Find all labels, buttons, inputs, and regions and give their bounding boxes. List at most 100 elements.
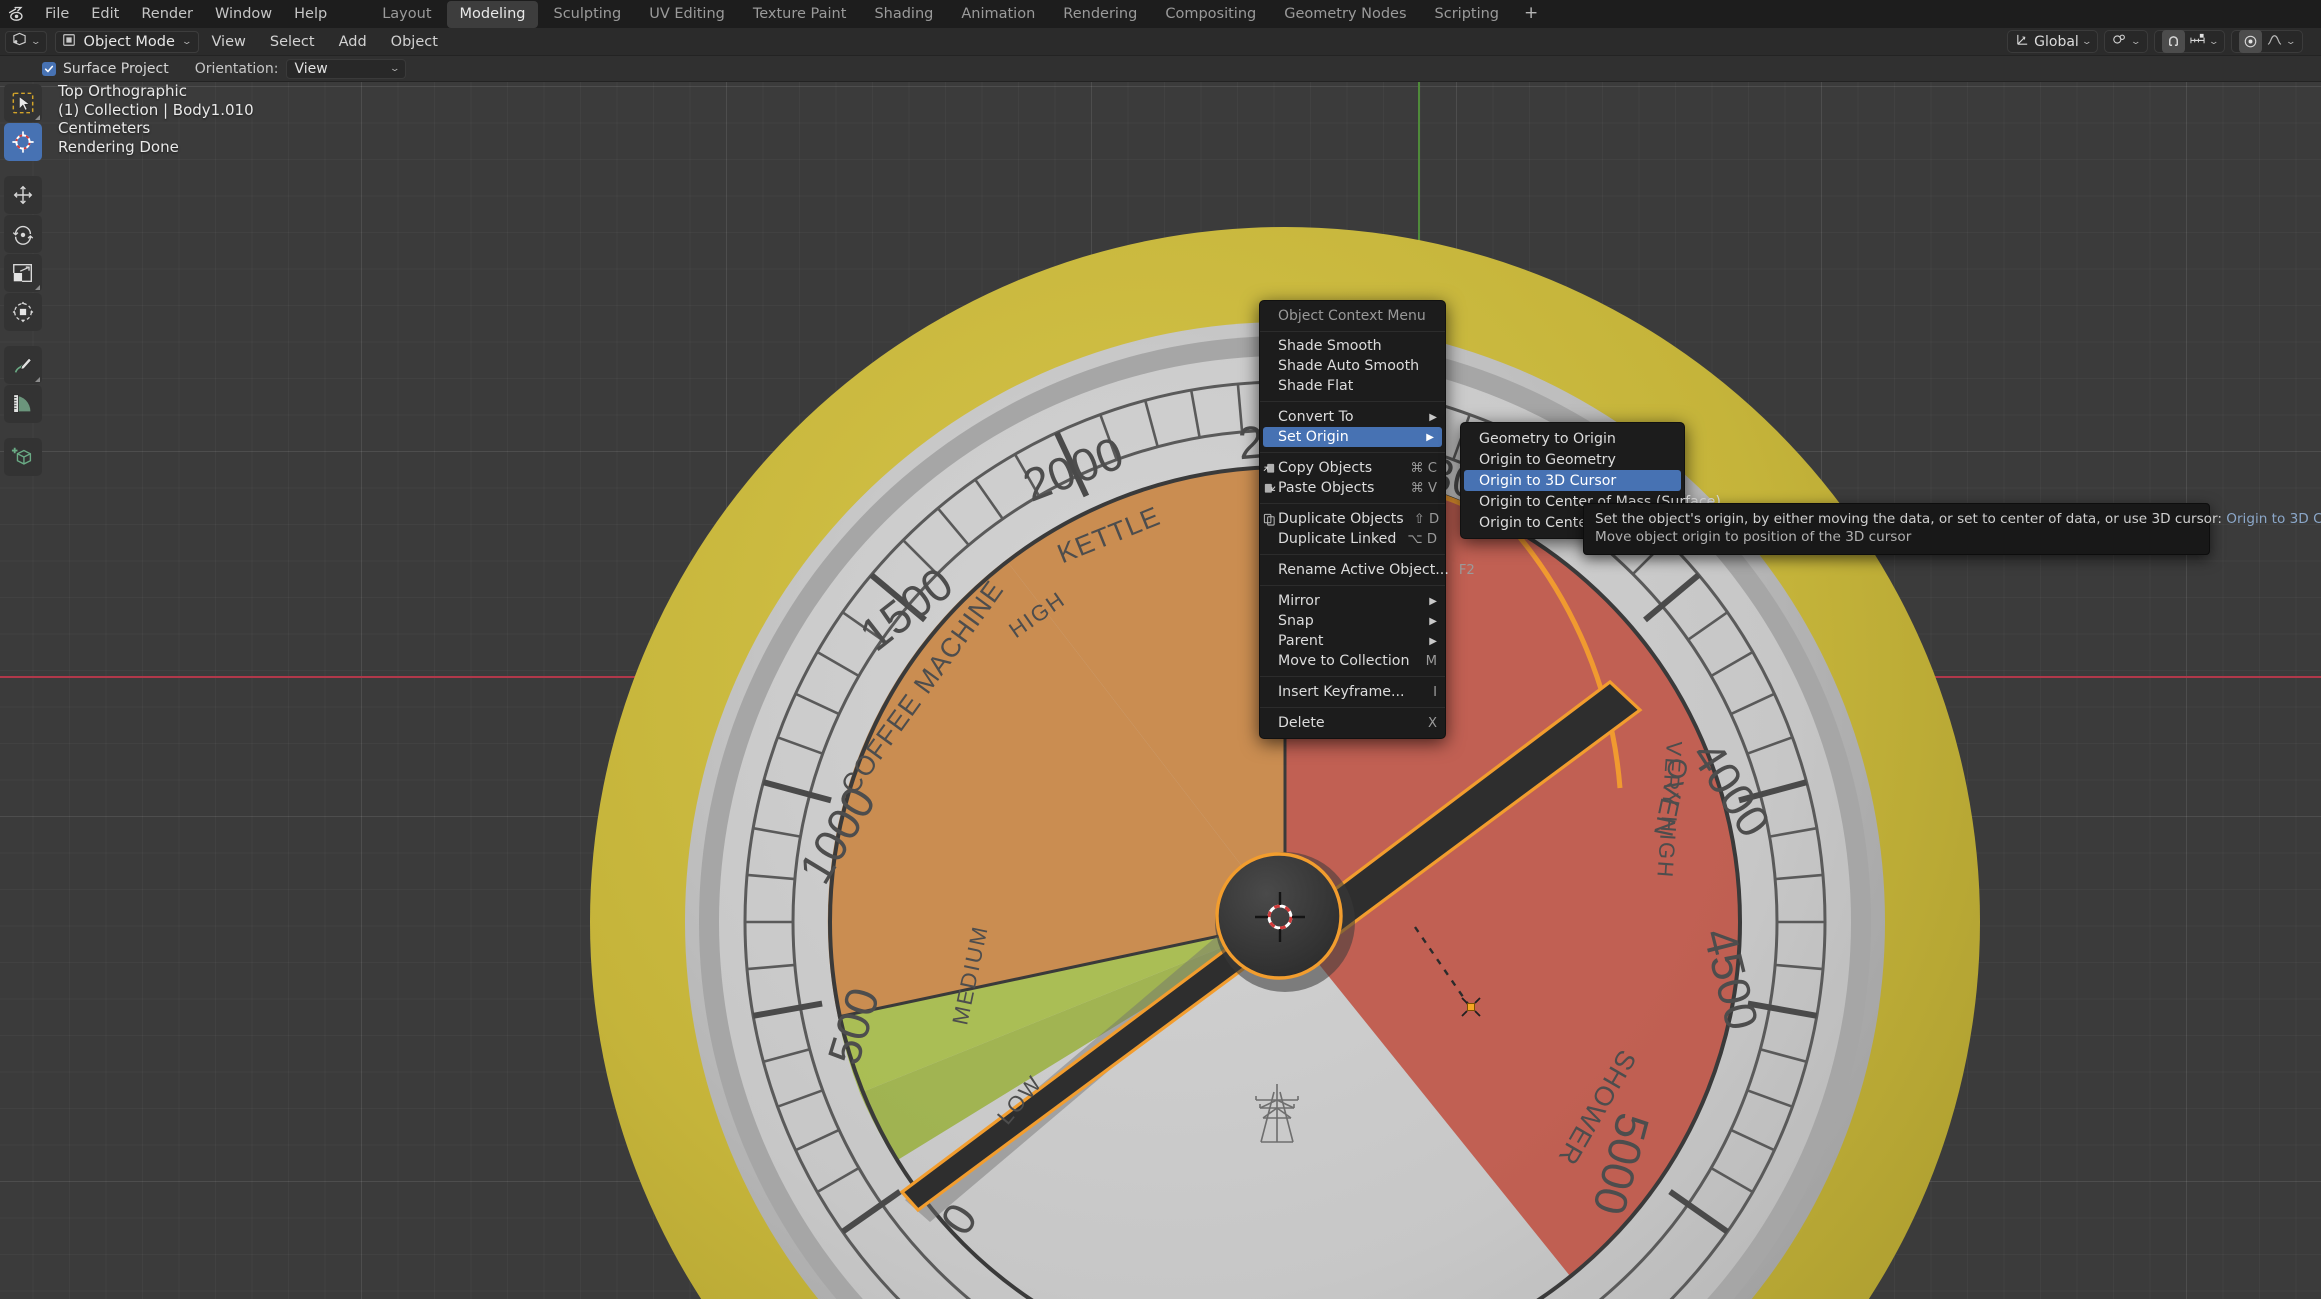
tool-add-cube[interactable]: [4, 438, 42, 476]
menu-item-label: Move to Collection: [1278, 653, 1410, 669]
menu-item-copy-objects[interactable]: Copy Objects ⌘ C: [1260, 458, 1445, 478]
snap-group[interactable]: ⌄: [2153, 30, 2226, 53]
3d-viewport[interactable]: 0 500 1000 1500 2000 2500 3000 4000 4500…: [0, 82, 2321, 1299]
snap-increment-icon: [2189, 32, 2206, 51]
menu-item-insert-keyframe[interactable]: Insert Keyframe... I: [1260, 682, 1445, 702]
menu-separator: [1260, 707, 1445, 708]
proportional-editing-icon[interactable]: [2239, 30, 2263, 53]
tooltip-accent: Origin to 3D Cursor: [2226, 511, 2321, 527]
menu-item-delete[interactable]: Delete X: [1260, 713, 1445, 733]
workspace-tab-sculpting[interactable]: Sculpting: [540, 1, 634, 28]
tool-move[interactable]: [4, 176, 42, 214]
menu-item-label: Copy Objects: [1278, 460, 1373, 476]
menu-item-label: Rename Active Object...: [1278, 562, 1449, 578]
tool-tweak[interactable]: [4, 84, 42, 122]
menu-item-label: Shade Flat: [1278, 378, 1354, 394]
surface-project-checkbox[interactable]: [42, 61, 56, 76]
mode-dropdown[interactable]: Object Mode ⌄: [54, 30, 200, 53]
menu-item-duplicate-objects[interactable]: Duplicate Objects ⇧ D: [1260, 509, 1445, 529]
workspace-tab-texture-paint[interactable]: Texture Paint: [740, 1, 860, 28]
tool-cursor[interactable]: [4, 123, 42, 161]
menu-item-label: Paste Objects: [1278, 480, 1375, 496]
menu-help[interactable]: Help: [283, 0, 338, 28]
menu-file[interactable]: File: [34, 0, 80, 28]
transform-orientation-group[interactable]: Global ⌄: [2007, 30, 2099, 53]
menu-item-set-origin[interactable]: Set Origin ▶: [1263, 427, 1442, 447]
menu-item-shortcut: X: [1427, 715, 1437, 731]
blender-logo-icon[interactable]: [0, 0, 34, 28]
menu-item-label: Mirror: [1278, 593, 1320, 609]
menu-item-shortcut: ⌥ D: [1407, 531, 1437, 547]
menu-item-mirror[interactable]: Mirror ▶: [1260, 591, 1445, 611]
menu-item-label: Convert To: [1278, 409, 1354, 425]
tool-transform[interactable]: [4, 293, 42, 331]
menu-item-label: Insert Keyframe...: [1278, 684, 1405, 700]
orientation-value: View: [294, 60, 328, 77]
chevron-down-icon: ⌄: [389, 63, 401, 74]
submenu-item-geometry-to-origin[interactable]: Geometry to Origin: [1461, 428, 1684, 449]
menu-item-rename-active-object[interactable]: Rename Active Object... F2: [1260, 560, 1475, 580]
chevron-down-icon: ⌄: [2130, 36, 2142, 47]
blender-window: File Edit Render Window Help Layout Mode…: [0, 0, 2321, 1299]
workspace-tab-shading[interactable]: Shading: [861, 1, 946, 28]
workspace-tab-rendering[interactable]: Rendering: [1050, 1, 1150, 28]
viewport-menu-view[interactable]: View: [199, 28, 257, 56]
tool-submenu-indicator: [35, 115, 40, 120]
menu-separator: [1260, 676, 1445, 677]
tool-annotate[interactable]: [4, 346, 42, 384]
workspace-tab-compositing[interactable]: Compositing: [1152, 1, 1269, 28]
submenu-item-origin-to-3d-cursor[interactable]: Origin to 3D Cursor: [1464, 470, 1681, 491]
tool-submenu-indicator: [35, 285, 40, 290]
menu-item-shortcut: ⌘ C: [1410, 460, 1437, 476]
menu-item-snap[interactable]: Snap ▶: [1260, 611, 1445, 631]
tooltip-description: Set the object's origin, by either movin…: [1595, 511, 2222, 527]
workspace-tab-layout[interactable]: Layout: [369, 1, 444, 28]
chevron-right-icon: ▶: [1429, 595, 1437, 607]
tool-rotate[interactable]: [4, 215, 42, 253]
menu-item-label: Duplicate Linked: [1278, 531, 1397, 547]
proportional-editing-group[interactable]: ⌄: [2231, 30, 2303, 53]
x-axis-line: [0, 676, 2321, 678]
editor-type-button[interactable]: ⌄: [5, 30, 47, 53]
menu-item-parent[interactable]: Parent ▶: [1260, 631, 1445, 651]
object-origin-marker: [1458, 994, 1484, 1024]
chevron-right-icon: ▶: [1429, 615, 1437, 627]
3d-cursor-widget: [1253, 890, 1307, 948]
workspace-tab-geometry-nodes[interactable]: Geometry Nodes: [1271, 1, 1419, 28]
viewport-menu-object[interactable]: Object: [379, 28, 450, 56]
orientation-dropdown[interactable]: View ⌄: [286, 58, 407, 79]
menu-item-move-to-collection[interactable]: Move to Collection M: [1260, 651, 1445, 671]
object-mode-icon: [62, 33, 76, 51]
menu-item-shade-auto-smooth[interactable]: Shade Auto Smooth: [1260, 356, 1445, 376]
snapping-pivot-group[interactable]: ⌄: [2104, 30, 2148, 53]
add-workspace-button[interactable]: +: [1514, 2, 1548, 26]
chevron-right-icon: ▶: [1429, 411, 1437, 423]
paste-icon: [1262, 481, 1277, 496]
falloff-smooth-icon: [2266, 32, 2283, 51]
menu-item-shortcut: F2: [1458, 562, 1475, 578]
workspace-tab-scripting[interactable]: Scripting: [1422, 1, 1512, 28]
menu-item-paste-objects[interactable]: Paste Objects ⌘ V: [1260, 478, 1445, 498]
chevron-down-icon: ⌄: [2285, 36, 2297, 47]
menu-item-duplicate-linked[interactable]: Duplicate Linked ⌥ D: [1260, 529, 1445, 549]
tool-measure[interactable]: [4, 385, 42, 423]
submenu-item-origin-to-geometry[interactable]: Origin to Geometry: [1461, 449, 1684, 470]
menu-item-convert-to[interactable]: Convert To ▶: [1260, 407, 1445, 427]
menu-render[interactable]: Render: [130, 0, 204, 28]
menu-item-shade-flat[interactable]: Shade Flat: [1260, 376, 1445, 396]
chevron-down-icon: ⌄: [181, 36, 193, 47]
object-context-menu[interactable]: Object Context Menu Shade Smooth Shade A…: [1259, 300, 1475, 739]
magnet-icon[interactable]: [2161, 30, 2185, 53]
menu-edit[interactable]: Edit: [80, 0, 130, 28]
menu-separator: [1260, 554, 1445, 555]
workspace-tab-uv-editing[interactable]: UV Editing: [636, 1, 738, 28]
workspace-tab-modeling[interactable]: Modeling: [446, 0, 539, 28]
menu-window[interactable]: Window: [204, 0, 283, 28]
viewport-menu-select[interactable]: Select: [258, 28, 327, 56]
viewport-menu-add[interactable]: Add: [327, 28, 379, 56]
mode-label: Object Mode: [83, 33, 175, 50]
submenu-item-label: Origin to Geometry: [1479, 451, 1616, 468]
tool-scale[interactable]: [4, 254, 42, 292]
menu-item-shade-smooth[interactable]: Shade Smooth: [1260, 336, 1445, 356]
workspace-tab-animation[interactable]: Animation: [948, 1, 1048, 28]
